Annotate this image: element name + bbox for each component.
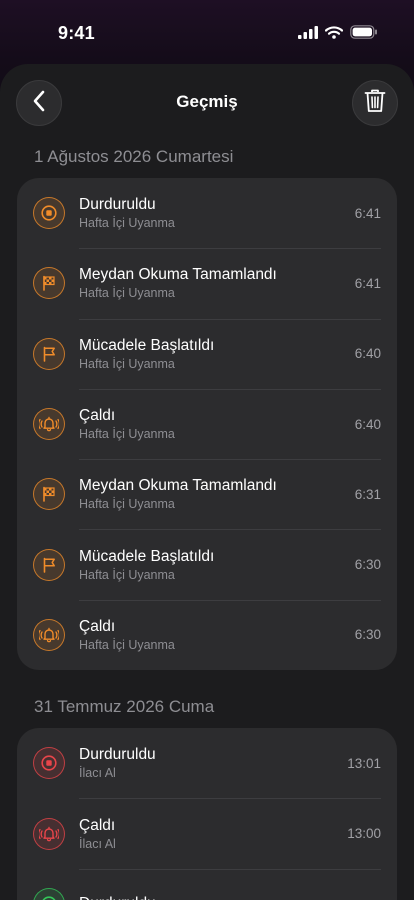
flag-icon xyxy=(33,548,65,581)
entry-text: Durduruldu Hafta İçi Uyanma xyxy=(79,195,355,231)
history-group: Durduruldu Hafta İçi Uyanma 6:41 Meydan Oku… xyxy=(17,178,397,671)
entry-title: Mücadele Başlatıldı xyxy=(79,336,215,354)
battery-icon xyxy=(350,25,378,44)
entry-alarm-name: İlacı Al xyxy=(79,766,116,781)
history-list: 1 Ağustos 2026 Cumartesi Durduruldu Hafta … xyxy=(0,144,414,900)
stop-icon xyxy=(33,747,65,780)
entry-time: 6:40 xyxy=(354,416,381,432)
entry-alarm-name: Hafta İçi Uyanma xyxy=(79,286,175,301)
entry-title: Mücadele Başlatıldı xyxy=(79,547,215,565)
history-entry[interactable]: Mücadele Başlatıldı Hafta İçi Uyanma 6:30 xyxy=(33,529,397,599)
entry-alarm-name: Hafta İçi Uyanma xyxy=(79,427,175,442)
status-icons xyxy=(298,25,378,44)
entry-time: 6:30 xyxy=(354,557,381,573)
clear-history-button[interactable] xyxy=(352,80,398,126)
entry-time: 6:30 xyxy=(354,627,381,643)
trash-icon xyxy=(364,89,386,118)
history-entry[interactable]: Durduruldu Hafta İçi Uyanma 6:41 xyxy=(33,178,397,248)
entry-time: 13:01 xyxy=(347,755,381,771)
ringing-bell-icon xyxy=(33,408,65,441)
status-bar: 9:41 xyxy=(0,0,414,62)
entry-title: Meydan Okuma Tamamlandı xyxy=(79,266,277,284)
entry-title: Çaldı xyxy=(79,816,116,834)
entry-title: Durduruldu xyxy=(79,196,156,214)
status-time: 9:41 xyxy=(58,23,95,43)
history-entry[interactable]: Meydan Okuma Tamamlandı Hafta İçi Uyanma 6… xyxy=(33,459,397,529)
entry-text: Meydan Okuma Tamamlandı Hafta İçi Uyanma xyxy=(79,476,355,512)
entry-text: Mücadele Başlatıldı Hafta İçi Uyanma xyxy=(79,336,355,372)
entry-title: Çaldı xyxy=(79,407,116,425)
entry-alarm-name: Hafta İçi Uyanma xyxy=(79,567,175,582)
ringing-bell-icon xyxy=(33,817,65,850)
entry-text: Çaldı İlacı Al xyxy=(79,816,347,852)
entry-alarm-name: Hafta İçi Uyanma xyxy=(79,637,175,652)
section-date-header: 1 Ağustos 2026 Cumartesi xyxy=(34,147,234,166)
entry-text: Çaldı Hafta İçi Uyanma xyxy=(79,617,355,653)
entry-time: 6:41 xyxy=(354,275,381,291)
history-entry[interactable]: Çaldı Hafta İçi Uyanma 6:30 xyxy=(33,599,397,670)
stop-icon xyxy=(33,887,65,900)
history-sheet: Geçmiş 1 Ağustos 2026 Cumartesi Durduruld… xyxy=(0,64,414,900)
section-date-header: 31 Temmuz 2026 Cuma xyxy=(34,697,215,717)
entry-text: Durduruldu xyxy=(79,894,381,900)
entry-title: Çaldı xyxy=(79,617,116,635)
nav-bar: Geçmiş xyxy=(0,64,414,144)
history-entry[interactable]: Meydan Okuma Tamamlandı Hafta İçi Uyanma 6… xyxy=(33,248,397,318)
entry-time: 6:40 xyxy=(354,346,381,362)
entry-title: Durduruldu xyxy=(79,746,156,764)
cellular-signal-icon xyxy=(298,25,318,44)
entry-alarm-name: Hafta İçi Uyanma xyxy=(79,497,175,512)
history-group: Durduruldu İlacı Al 13:01 Çaldı İlacı Al 13:0… xyxy=(17,728,397,900)
entry-title: Durduruldu xyxy=(79,894,381,900)
history-entry[interactable]: Durduruldu xyxy=(33,868,397,900)
history-entry[interactable]: Çaldı Hafta İçi Uyanma 6:40 xyxy=(33,388,397,459)
checkered-flag-icon xyxy=(33,478,65,511)
stop-icon xyxy=(33,197,65,230)
entry-text: Çaldı Hafta İçi Uyanma xyxy=(79,406,355,442)
entry-alarm-name: Hafta İçi Uyanma xyxy=(79,216,175,231)
entry-alarm-name: İlacı Al xyxy=(79,836,116,851)
history-entry[interactable]: Mücadele Başlatıldı Hafta İçi Uyanma 6:40 xyxy=(33,318,397,389)
entry-text: Mücadele Başlatıldı Hafta İçi Uyanma xyxy=(79,547,355,583)
entry-time: 13:00 xyxy=(347,826,381,842)
entry-text: Durduruldu İlacı Al xyxy=(79,745,347,781)
wifi-icon xyxy=(324,25,344,44)
entry-text: Meydan Okuma Tamamlandı Hafta İçi Uyanma xyxy=(79,265,355,301)
entry-time: 6:31 xyxy=(354,486,381,502)
entry-time: 6:41 xyxy=(354,205,381,221)
flag-icon xyxy=(33,337,65,370)
history-entry[interactable]: Çaldı İlacı Al 13:00 xyxy=(33,798,397,868)
history-entry[interactable]: Durduruldu İlacı Al 13:01 xyxy=(33,728,397,798)
entry-title: Meydan Okuma Tamamlandı xyxy=(79,477,277,495)
history-screen: 9:41 Geçmiş 1 Ağustos 2026 Cumartesi Dur… xyxy=(0,0,414,900)
entry-alarm-name: Hafta İçi Uyanma xyxy=(79,356,175,371)
ringing-bell-icon xyxy=(33,618,65,651)
checkered-flag-icon xyxy=(33,267,65,300)
